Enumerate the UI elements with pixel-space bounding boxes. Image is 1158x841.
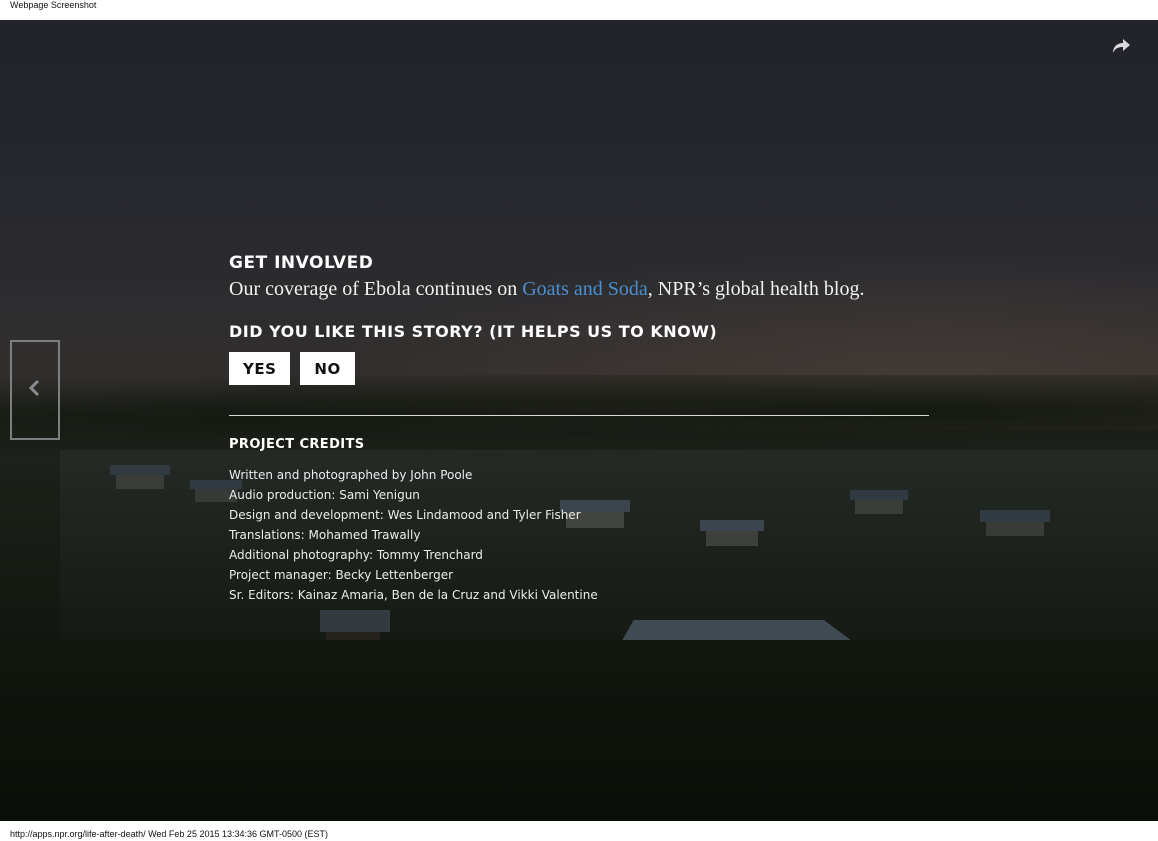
previous-slide-button[interactable] (10, 340, 60, 440)
page-footer: http://apps.npr.org/life-after-death/ We… (0, 821, 1158, 841)
yes-button[interactable]: YES (229, 352, 291, 385)
no-button[interactable]: NO (300, 352, 355, 385)
credits-list: Written and photographed by John Poole A… (229, 465, 929, 605)
credit-item: Written and photographed by John Poole (229, 468, 473, 482)
page-footer-url: http://apps.npr.org/life-after-death/ We… (10, 829, 329, 839)
end-slide-content: GET INVOLVED Our coverage of Ebola conti… (229, 253, 929, 605)
credit-item: Sr. Editors: Kainaz Amaria, Ben de la Cr… (229, 588, 598, 602)
feedback-buttons: YES NO (229, 352, 929, 385)
get-involved-text: Our coverage of Ebola continues on Goats… (229, 276, 929, 302)
chevron-left-icon (28, 378, 42, 403)
credit-item: Additional photography: Tommy Trenchard (229, 548, 483, 562)
credit-item: Audio production: Sami Yenigun (229, 488, 420, 502)
slide-stage: GET INVOLVED Our coverage of Ebola conti… (0, 20, 1158, 821)
share-icon[interactable] (1110, 36, 1132, 56)
get-involved-text-before: Our coverage of Ebola continues on (229, 278, 523, 300)
credit-item: Translations: Mohamed Trawally (229, 528, 421, 542)
feedback-heading: DID YOU LIKE THIS STORY? (IT HELPS US TO… (229, 322, 718, 341)
get-involved-heading: GET INVOLVED (229, 253, 374, 273)
page-header-title: Webpage Screenshot (10, 0, 97, 10)
credit-item: Design and development: Wes Lindamood an… (229, 508, 581, 522)
credit-item: Project manager: Becky Lettenberger (229, 568, 454, 582)
page-header: Webpage Screenshot (0, 0, 1158, 20)
divider (229, 415, 929, 416)
get-involved-text-after: , NPR’s global health blog. (647, 278, 865, 300)
project-credits-heading: PROJECT CREDITS (229, 437, 365, 452)
goats-and-soda-link[interactable]: Goats and Soda (522, 278, 648, 300)
